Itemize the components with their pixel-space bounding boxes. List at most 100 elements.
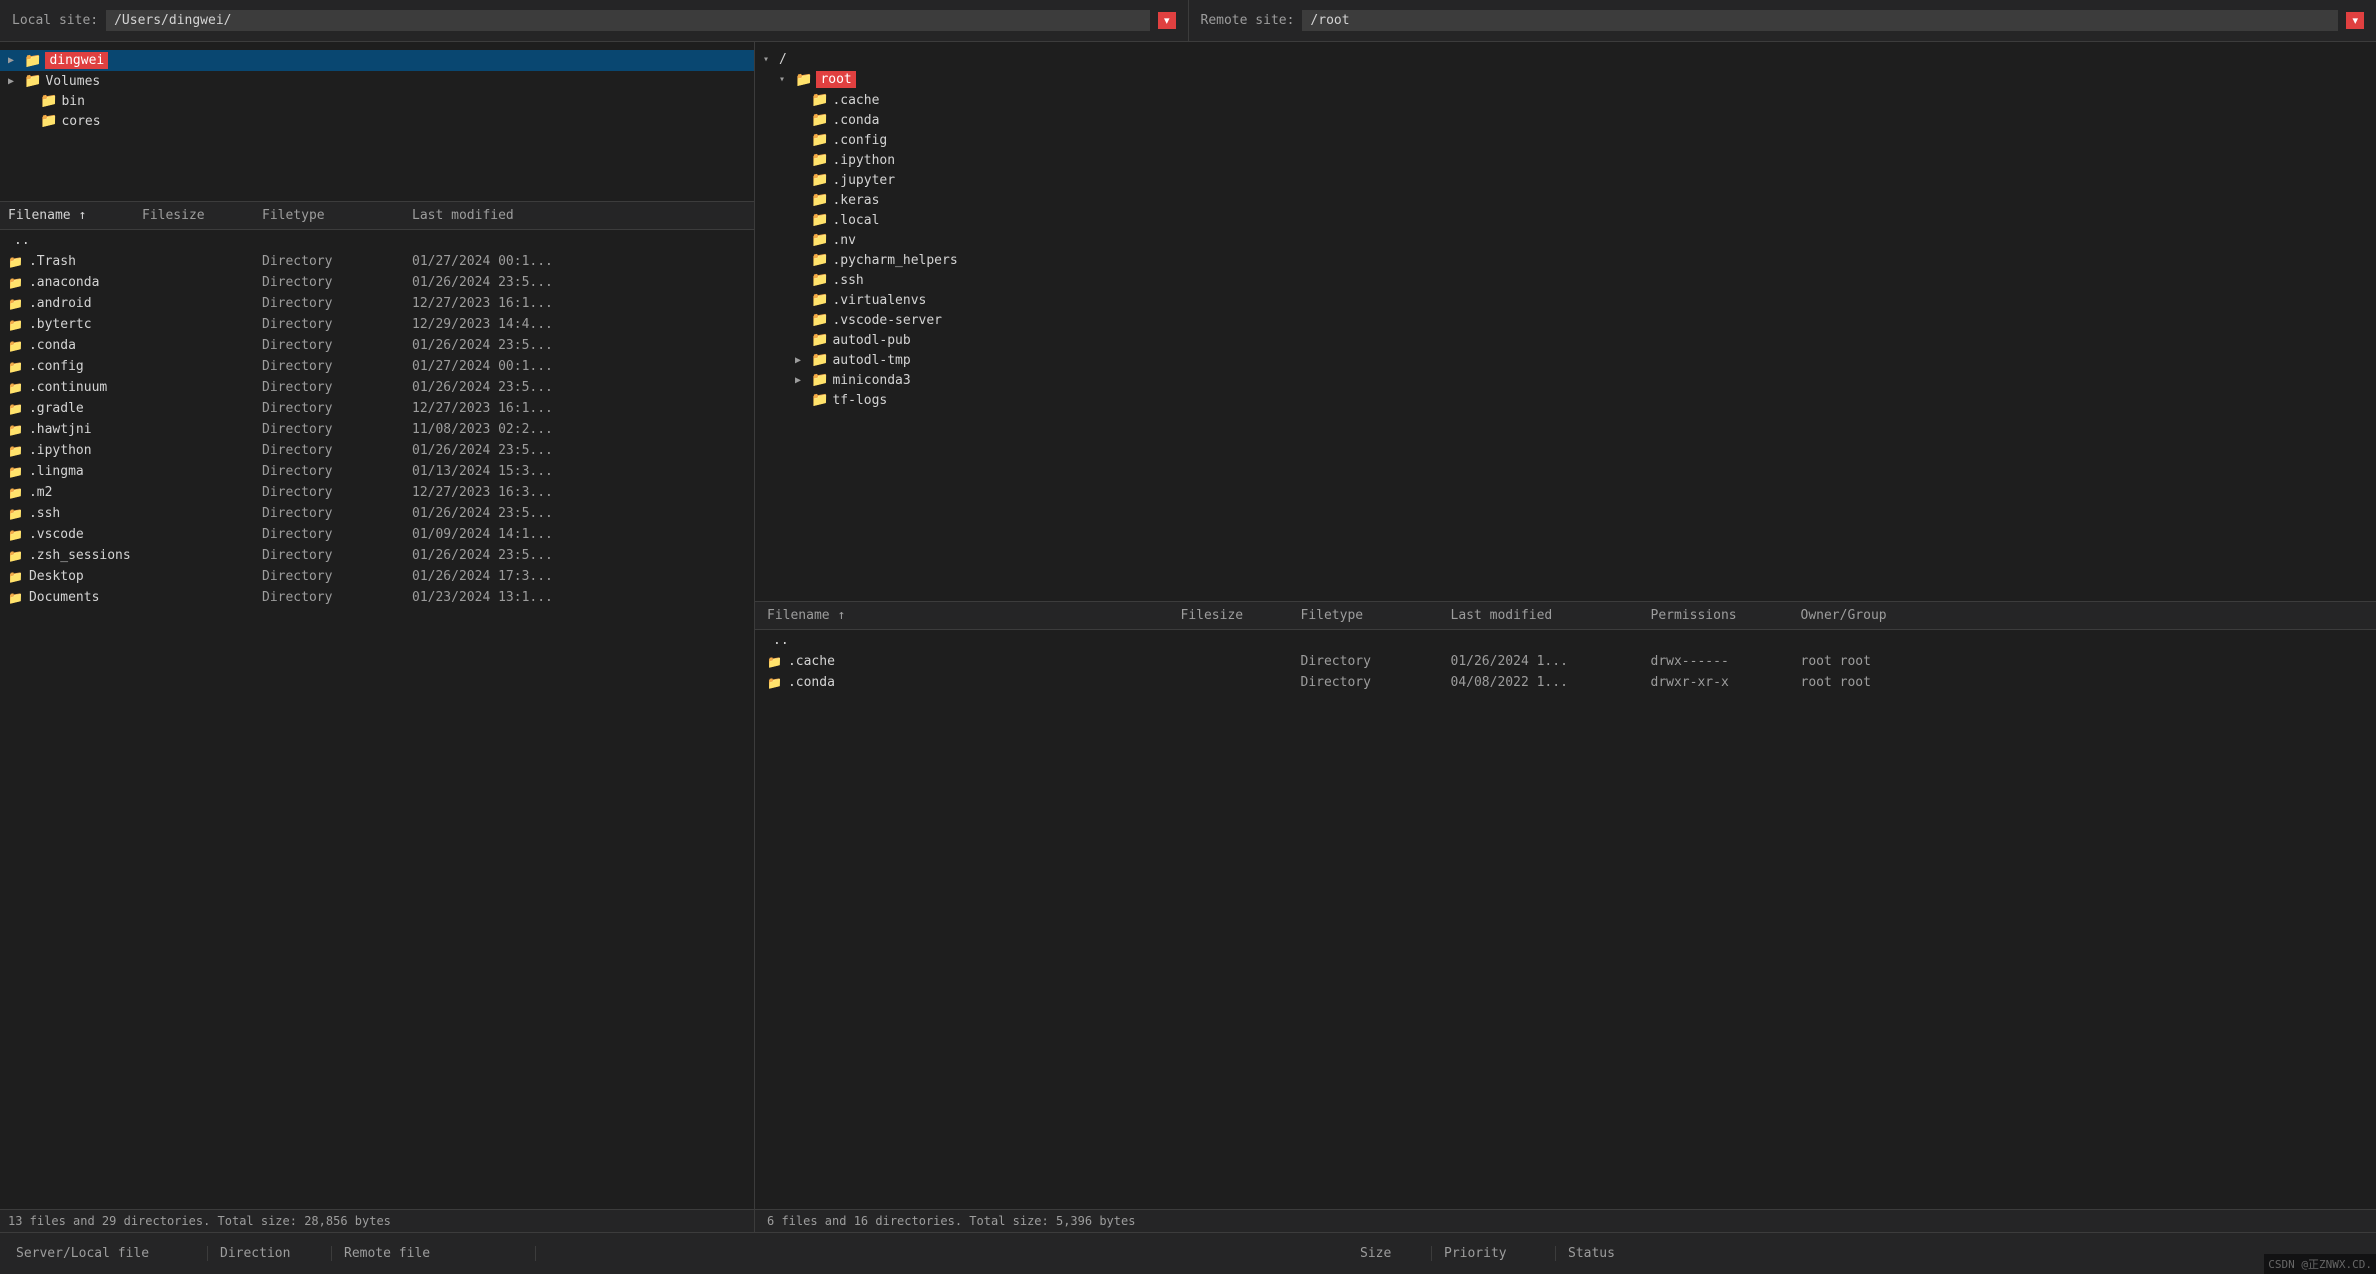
folder-icon: 📁 [8, 507, 23, 521]
local-col-header[interactable]: Last modified [412, 208, 612, 223]
file-name-label: .m2 [29, 485, 52, 500]
local-file-row[interactable]: 📁 .continuum Directory 01/26/2024 23:5..… [0, 377, 754, 398]
remote-col-header[interactable]: Owner/Group [1801, 608, 1951, 623]
local-status-bar: 13 files and 29 directories. Total size:… [0, 1209, 754, 1232]
tree-item-label: .nv [832, 233, 855, 248]
local-col-header[interactable]: Filesize [142, 208, 262, 223]
tree-item-label: .local [832, 213, 879, 228]
remote-tree-item[interactable]: 📁 tf-logs [755, 390, 2376, 410]
local-tree-item[interactable]: ▶ 📁 Volumes [0, 71, 754, 91]
file-date: 01/26/2024 23:5... [412, 548, 612, 563]
remote-tree-item[interactable]: 📁 .jupyter [755, 170, 2376, 190]
file-name: 📁 .conda [8, 338, 142, 353]
remote-tree-item[interactable]: 📁 .ssh [755, 270, 2376, 290]
file-date: 01/26/2024 23:5... [412, 338, 612, 353]
local-file-row[interactable]: 📁 .hawtjni Directory 11/08/2023 02:2... [0, 419, 754, 440]
transfer-col: Priority [1436, 1246, 1556, 1261]
file-perms: drwxr-xr-x [1651, 675, 1801, 690]
local-col-header[interactable]: Filename ↑ [8, 208, 142, 223]
remote-tree-item[interactable]: 📁 .keras [755, 190, 2376, 210]
folder-icon: 📁 [811, 332, 828, 348]
remote-tree-item[interactable]: 📁 .virtualenvs [755, 290, 2376, 310]
remote-tree-item[interactable]: ▾ / [755, 50, 2376, 69]
folder-icon: 📁 [8, 381, 23, 395]
remote-tree-item[interactable]: ▶ 📁 autodl-tmp [755, 350, 2376, 370]
file-name-label: .. [773, 633, 789, 648]
file-date: 01/26/2024 23:5... [412, 380, 612, 395]
remote-tree-item[interactable]: 📁 .config [755, 130, 2376, 150]
local-file-row[interactable]: 📁 .zsh_sessions Directory 01/26/2024 23:… [0, 545, 754, 566]
tree-item-label: .jupyter [832, 173, 895, 188]
folder-icon: 📁 [811, 112, 828, 128]
folder-icon: 📁 [8, 444, 23, 458]
file-name: 📁 .ssh [8, 506, 142, 521]
tree-item-label: miniconda3 [832, 373, 910, 388]
remote-file-row[interactable]: .. [755, 630, 2376, 651]
folder-icon: 📁 [8, 297, 23, 311]
remote-col-header[interactable]: Filetype [1301, 608, 1451, 623]
local-file-row[interactable]: 📁 .Trash Directory 01/27/2024 00:1... [0, 251, 754, 272]
local-file-row[interactable]: 📁 .lingma Directory 01/13/2024 15:3... [0, 461, 754, 482]
local-tree-item[interactable]: 📁 bin [0, 91, 754, 111]
local-site-path[interactable] [106, 10, 1150, 31]
file-type: Directory [262, 359, 412, 374]
local-file-row[interactable]: 📁 .bytertc Directory 12/29/2023 14:4... [0, 314, 754, 335]
local-file-row[interactable]: 📁 .conda Directory 01/26/2024 23:5... [0, 335, 754, 356]
folder-icon: 📁 [811, 192, 828, 208]
file-name-label: .android [29, 296, 92, 311]
local-file-row[interactable]: 📁 .vscode Directory 01/09/2024 14:1... [0, 524, 754, 545]
file-date: 01/13/2024 15:3... [412, 464, 612, 479]
folder-icon: 📁 [811, 272, 828, 288]
remote-tree-item[interactable]: ▶ 📁 miniconda3 [755, 370, 2376, 390]
local-file-row[interactable]: 📁 .ssh Directory 01/26/2024 23:5... [0, 503, 754, 524]
file-type: Directory [262, 527, 412, 542]
local-file-row[interactable]: .. [0, 230, 754, 251]
local-file-row[interactable]: 📁 Documents Directory 01/23/2024 13:1... [0, 587, 754, 608]
remote-col-header[interactable]: Filename ↑ [767, 608, 1181, 623]
folder-icon: 📁 [811, 212, 828, 228]
transfer-col: Remote file [336, 1246, 536, 1261]
local-file-list-body[interactable]: .. 📁 .Trash Directory 01/27/2024 00:1...… [0, 230, 754, 1209]
remote-tree-item[interactable]: 📁 .pycharm_helpers [755, 250, 2376, 270]
remote-site-dropdown[interactable]: ▾ [2346, 12, 2364, 29]
remote-tree-item[interactable]: 📁 .conda [755, 110, 2376, 130]
folder-icon: 📁 [8, 570, 23, 584]
local-col-header[interactable] [612, 208, 746, 223]
remote-tree-item[interactable]: 📁 .nv [755, 230, 2376, 250]
file-type: Directory [262, 338, 412, 353]
local-file-row[interactable]: 📁 .android Directory 12/27/2023 16:1... [0, 293, 754, 314]
folder-icon: 📁 [811, 372, 828, 388]
file-name-label: .Trash [29, 254, 76, 269]
remote-file-row[interactable]: 📁 .cache Directory 01/26/2024 1... drwx-… [755, 651, 2376, 672]
remote-site-path[interactable] [1302, 10, 2338, 31]
local-file-row[interactable]: 📁 .config Directory 01/27/2024 00:1... [0, 356, 754, 377]
remote-tree-item[interactable]: 📁 .local [755, 210, 2376, 230]
remote-tree-item[interactable]: ▾ 📁 root [755, 69, 2376, 90]
remote-col-header[interactable] [1951, 608, 2365, 623]
local-tree-item[interactable]: ▶ 📁 dingwei [0, 50, 754, 71]
remote-col-header[interactable]: Filesize [1181, 608, 1301, 623]
tree-arrow: ▶ [795, 355, 807, 366]
remote-tree-item[interactable]: 📁 .ipython [755, 150, 2376, 170]
file-owner: root root [1801, 675, 1951, 690]
local-file-row[interactable]: 📁 Desktop Directory 01/26/2024 17:3... [0, 566, 754, 587]
local-file-row[interactable]: 📁 .m2 Directory 12/27/2023 16:3... [0, 482, 754, 503]
local-file-row[interactable]: 📁 .anaconda Directory 01/26/2024 23:5... [0, 272, 754, 293]
remote-tree-item[interactable]: 📁 .cache [755, 90, 2376, 110]
local-file-row[interactable]: 📁 .gradle Directory 12/27/2023 16:1... [0, 398, 754, 419]
file-date: 01/26/2024 23:5... [412, 506, 612, 521]
remote-tree-item[interactable]: 📁 .vscode-server [755, 310, 2376, 330]
remote-file-list-body[interactable]: .. 📁 .cache Directory 01/26/2024 1... dr… [755, 630, 2376, 1209]
local-file-row[interactable]: 📁 .ipython Directory 01/26/2024 23:5... [0, 440, 754, 461]
local-file-list-header: Filename ↑FilesizeFiletypeLast modified [0, 202, 754, 230]
local-col-header[interactable]: Filetype [262, 208, 412, 223]
file-name: 📁 .gradle [8, 401, 142, 416]
folder-icon: 📁 [811, 292, 828, 308]
remote-col-header[interactable]: Last modified [1451, 608, 1651, 623]
remote-tree-item[interactable]: 📁 autodl-pub [755, 330, 2376, 350]
local-site-dropdown[interactable]: ▾ [1158, 12, 1176, 29]
remote-col-header[interactable]: Permissions [1651, 608, 1801, 623]
local-tree-item[interactable]: 📁 cores [0, 111, 754, 131]
remote-file-row[interactable]: 📁 .conda Directory 04/08/2022 1... drwxr… [755, 672, 2376, 693]
folder-icon: 📁 [811, 252, 828, 268]
